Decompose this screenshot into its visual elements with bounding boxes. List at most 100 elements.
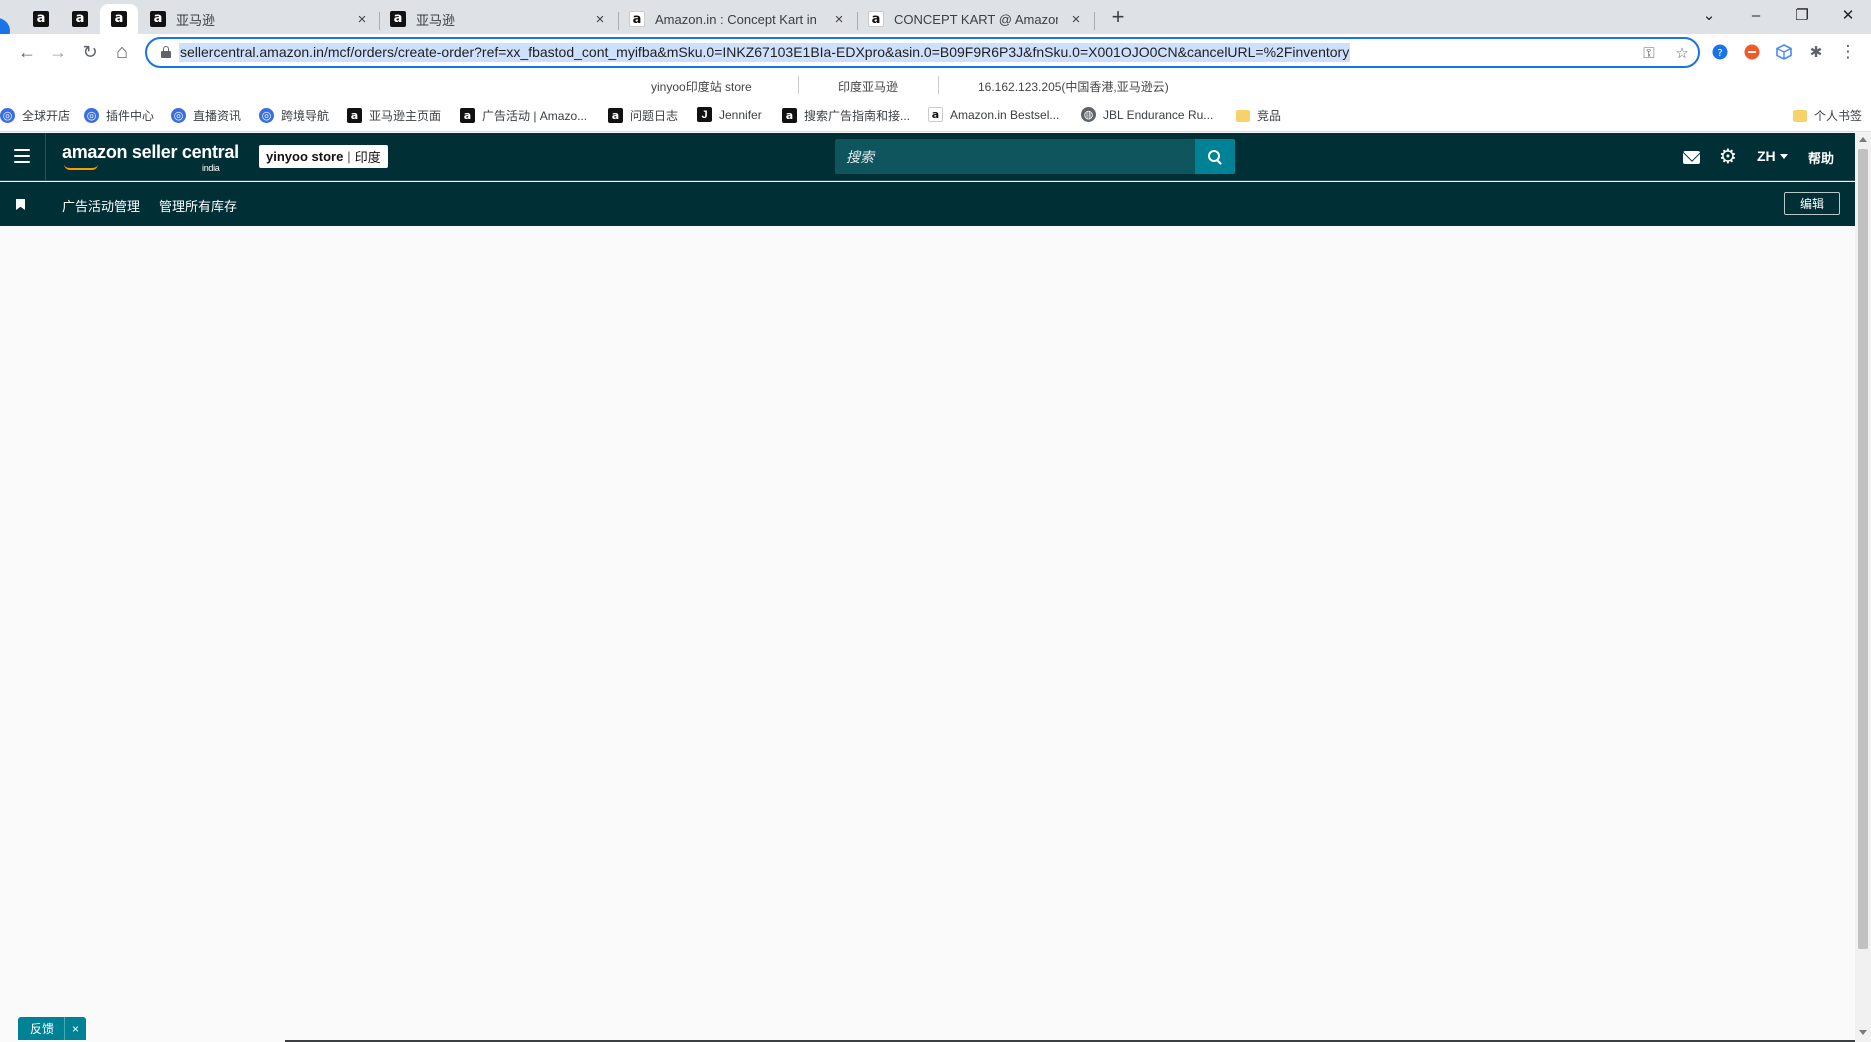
- amazon-favicon-icon: a: [390, 11, 406, 27]
- tab-title: 亚马逊: [416, 12, 456, 28]
- tab-title: CONCEPT KART @ Amazon.in:: [894, 11, 1058, 27]
- bookmark-nav-bar: 广告活动管理 管理所有库存 编辑: [0, 182, 1855, 226]
- pinned-tab-3-active[interactable]: a: [100, 4, 138, 34]
- bookmark-item[interactable]: J Jennifer: [697, 107, 762, 122]
- extensions-puzzle-icon[interactable]: ✱: [1806, 42, 1826, 62]
- tab-close-icon[interactable]: ×: [354, 11, 370, 28]
- browser-menu-icon[interactable]: ⋮: [1838, 42, 1858, 62]
- amazon-light-icon: a: [928, 107, 943, 122]
- j-icon: J: [697, 107, 712, 122]
- bookmark-label: 跨境导航: [281, 109, 330, 123]
- browser-tab-strip: a a a a 亚马逊 × a 亚马逊 × a Amazon.in : Conc…: [0, 0, 1871, 44]
- globe-icon: ◎: [259, 108, 274, 123]
- gear-icon: ⚙: [1719, 146, 1737, 168]
- close-window-button[interactable]: ✕: [1825, 0, 1871, 30]
- scroll-thumb[interactable]: [1858, 149, 1868, 949]
- bookmark-label: 广告活动 | Amazo...: [482, 109, 588, 123]
- amazon-icon: a: [347, 108, 362, 123]
- tab-concept-kart-amazon[interactable]: a CONCEPT KART @ Amazon.in: ×: [858, 4, 1094, 34]
- scroll-up-icon[interactable]: [1859, 137, 1867, 142]
- bookmark-item[interactable]: a 问题日志: [608, 107, 678, 124]
- folder-icon: [1792, 108, 1807, 123]
- close-icon[interactable]: ×: [64, 1017, 86, 1040]
- password-key-icon[interactable]: ⚿: [1638, 43, 1660, 63]
- store-divider: |: [347, 149, 351, 164]
- bookmark-item[interactable]: ◍ JBL Endurance Ru...: [1081, 107, 1213, 122]
- home-button[interactable]: ⌂: [108, 38, 136, 66]
- minimize-button[interactable]: –: [1733, 0, 1779, 30]
- amazon-favicon-icon: a: [33, 11, 49, 27]
- store-name: yinyoo store: [266, 149, 344, 164]
- bookmark-label: 亚马逊主页面: [369, 109, 442, 123]
- extension-blue-shield-icon[interactable]: ?: [1710, 42, 1730, 62]
- extension-box-icon[interactable]: [1774, 42, 1794, 62]
- tab-search-button[interactable]: ⌄: [1686, 0, 1732, 30]
- bookmark-item[interactable]: a 搜索广告指南和接...: [782, 107, 910, 124]
- url-text[interactable]: sellercentral.amazon.in/mcf/orders/creat…: [179, 43, 1351, 62]
- amazon-icon: a: [460, 108, 475, 123]
- bookmark-icon[interactable]: [16, 199, 25, 210]
- amazon-favicon-icon: a: [150, 11, 166, 27]
- search-button[interactable]: [1195, 139, 1235, 174]
- extension-orange-icon[interactable]: [1742, 42, 1762, 62]
- hamburger-menu-icon[interactable]: [14, 149, 30, 163]
- globe-icon: ◍: [1081, 107, 1096, 122]
- tab-close-icon[interactable]: ×: [1068, 11, 1084, 28]
- bookmark-item[interactable]: a Amazon.in Bestsel...: [928, 107, 1059, 122]
- bookmark-star-icon[interactable]: ☆: [1671, 43, 1693, 63]
- lock-icon[interactable]: [161, 46, 171, 58]
- store-switcher[interactable]: yinyoo store | 印度: [259, 145, 388, 168]
- language-selector[interactable]: ZH: [1757, 148, 1788, 164]
- tab-amazon-2[interactable]: a 亚马逊 ×: [380, 4, 618, 34]
- tab-concept-kart-store[interactable]: a Amazon.in : Concept Kart in E ×: [619, 4, 857, 34]
- tab-title: Amazon.in : Concept Kart in E: [655, 11, 821, 27]
- language-label: ZH: [1757, 148, 1776, 164]
- bookmark-label: Amazon.in Bestsel...: [950, 107, 1060, 122]
- bookmark-label: 直播资讯: [193, 109, 242, 123]
- tab-close-icon[interactable]: ×: [592, 11, 608, 28]
- other-bookmarks-folder[interactable]: 个人书签: [1792, 107, 1862, 124]
- scroll-down-icon[interactable]: [1859, 1030, 1867, 1035]
- tab-amazon-1[interactable]: a 亚马逊 ×: [140, 4, 380, 34]
- pinned-tab-1[interactable]: a: [22, 4, 60, 34]
- bookmark-item[interactable]: 竞品: [1235, 107, 1281, 124]
- amazon-favicon-icon: a: [868, 11, 884, 27]
- bookmark-label: 搜索广告指南和接...: [804, 109, 911, 123]
- folder-icon: [1235, 108, 1250, 123]
- nav-link-campaign-manager[interactable]: 广告活动管理: [62, 196, 140, 215]
- seller-central-logo[interactable]: amazon seller central india: [62, 142, 239, 173]
- search-input[interactable]: [835, 139, 1195, 174]
- bookmark-item[interactable]: ◎ 插件中心: [84, 107, 154, 124]
- help-link[interactable]: 帮助: [1808, 148, 1834, 167]
- feedback-label[interactable]: 反馈: [18, 1020, 64, 1037]
- vertical-scrollbar[interactable]: [1855, 133, 1871, 1042]
- bookmark-label: 个人书签: [1814, 109, 1863, 123]
- bookmark-label: 竞品: [1257, 109, 1282, 123]
- bookmark-item[interactable]: ◎ 全球开店: [0, 107, 70, 124]
- pinned-tab-2[interactable]: a: [61, 4, 99, 34]
- bookmark-item[interactable]: ◎ 跨境导航: [259, 107, 329, 124]
- amazon-favicon-icon: a: [72, 11, 88, 27]
- new-tab-button[interactable]: +: [1105, 4, 1131, 30]
- amazon-icon: a: [782, 108, 797, 123]
- messages-button[interactable]: [1680, 146, 1702, 168]
- bookmark-item[interactable]: ◎ 直播资讯: [171, 107, 241, 124]
- globe-icon: ◎: [0, 108, 15, 123]
- bookmark-label: Jennifer: [719, 107, 762, 122]
- globe-icon: ◎: [84, 108, 99, 123]
- bookmark-label: 全球开店: [22, 109, 71, 123]
- restore-button[interactable]: ❐: [1779, 0, 1825, 30]
- reload-button[interactable]: ↻: [76, 38, 104, 66]
- feedback-tab[interactable]: 反馈 ×: [18, 1017, 87, 1040]
- amazon-icon: a: [608, 108, 623, 123]
- settings-button[interactable]: ⚙: [1717, 146, 1739, 168]
- back-button[interactable]: ←: [13, 38, 41, 66]
- forward-button[interactable]: →: [44, 38, 72, 66]
- tab-close-icon[interactable]: ×: [831, 11, 847, 28]
- bookmark-item[interactable]: a 广告活动 | Amazo...: [460, 107, 587, 124]
- edit-bookmarks-button[interactable]: 编辑: [1784, 192, 1840, 215]
- bookmark-item[interactable]: a 亚马逊主页面: [347, 107, 441, 124]
- nav-link-manage-inventory[interactable]: 管理所有库存: [159, 196, 237, 215]
- bookmark-label: 问题日志: [630, 109, 679, 123]
- address-bar[interactable]: sellercentral.amazon.in/mcf/orders/creat…: [145, 37, 1700, 68]
